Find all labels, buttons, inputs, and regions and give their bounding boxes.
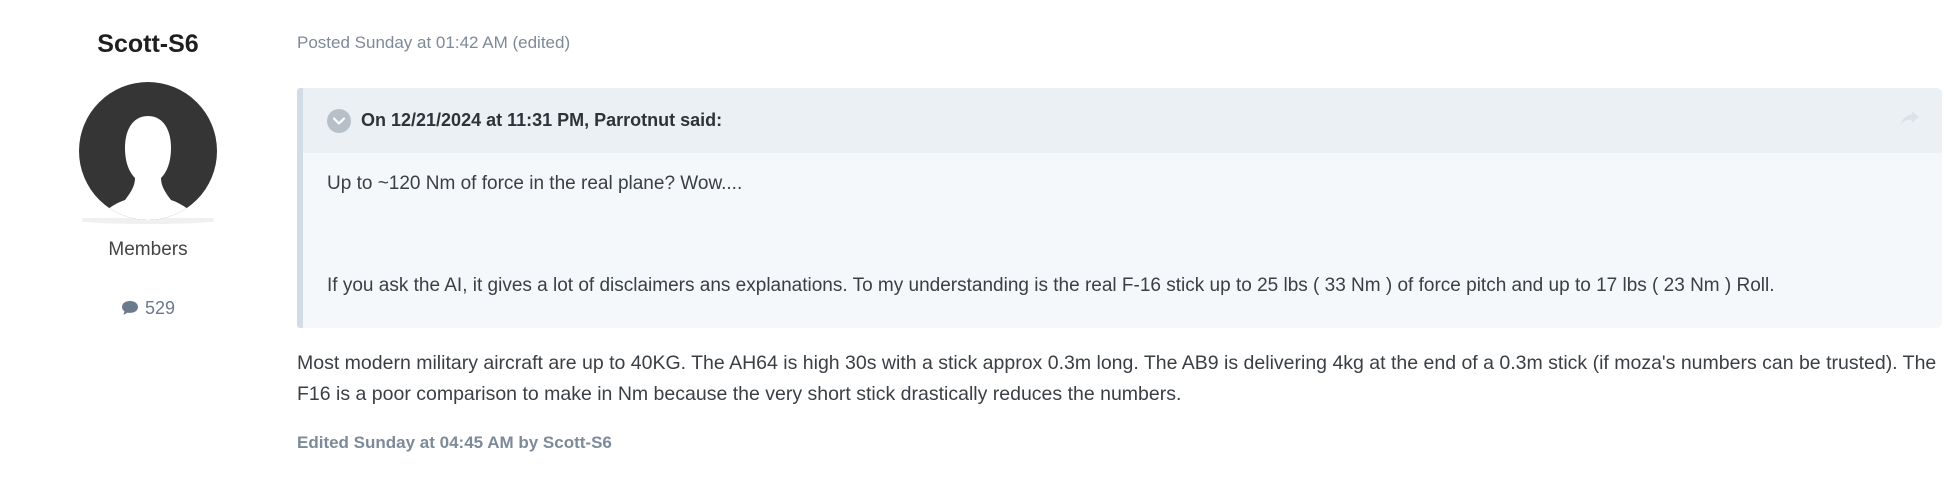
author-avatar[interactable] [79, 82, 217, 220]
quote-block: On 12/21/2024 at 11:31 PM, Parrotnut sai… [297, 88, 1942, 328]
quote-header[interactable]: On 12/21/2024 at 11:31 PM, Parrotnut sai… [303, 88, 1942, 153]
forum-post: Scott-S6 Members 529 Posted Sunday at 01… [0, 0, 1955, 490]
quote-text-line: If you ask the AI, it gives a lot of dis… [327, 275, 1775, 296]
author-panel: Scott-S6 Members 529 [60, 24, 236, 320]
quote-body: Up to ~120 Nm of force in the real plane… [303, 153, 1942, 299]
post-edited-note: Edited Sunday at 04:45 AM by Scott-S6 [297, 433, 612, 452]
post-count-value: 529 [144, 298, 176, 318]
post-body-text: Most modern military aircraft are up to … [297, 352, 1937, 405]
share-arrow-icon[interactable] [1900, 110, 1920, 131]
comment-icon [121, 301, 138, 315]
post-timestamp[interactable]: Posted Sunday at 01:42 AM (edited) [297, 32, 570, 54]
chevron-down-icon[interactable] [327, 108, 351, 133]
author-name-link[interactable]: Scott-S6 [60, 24, 236, 64]
author-post-count: 529 [60, 296, 236, 320]
quote-citation: On 12/21/2024 at 11:31 PM, Parrotnut sai… [361, 110, 723, 130]
default-avatar-silhouette-icon [97, 116, 199, 220]
quote-text-line: Up to ~120 Nm of force in the real plane… [327, 173, 743, 194]
author-group: Members [108, 239, 188, 260]
